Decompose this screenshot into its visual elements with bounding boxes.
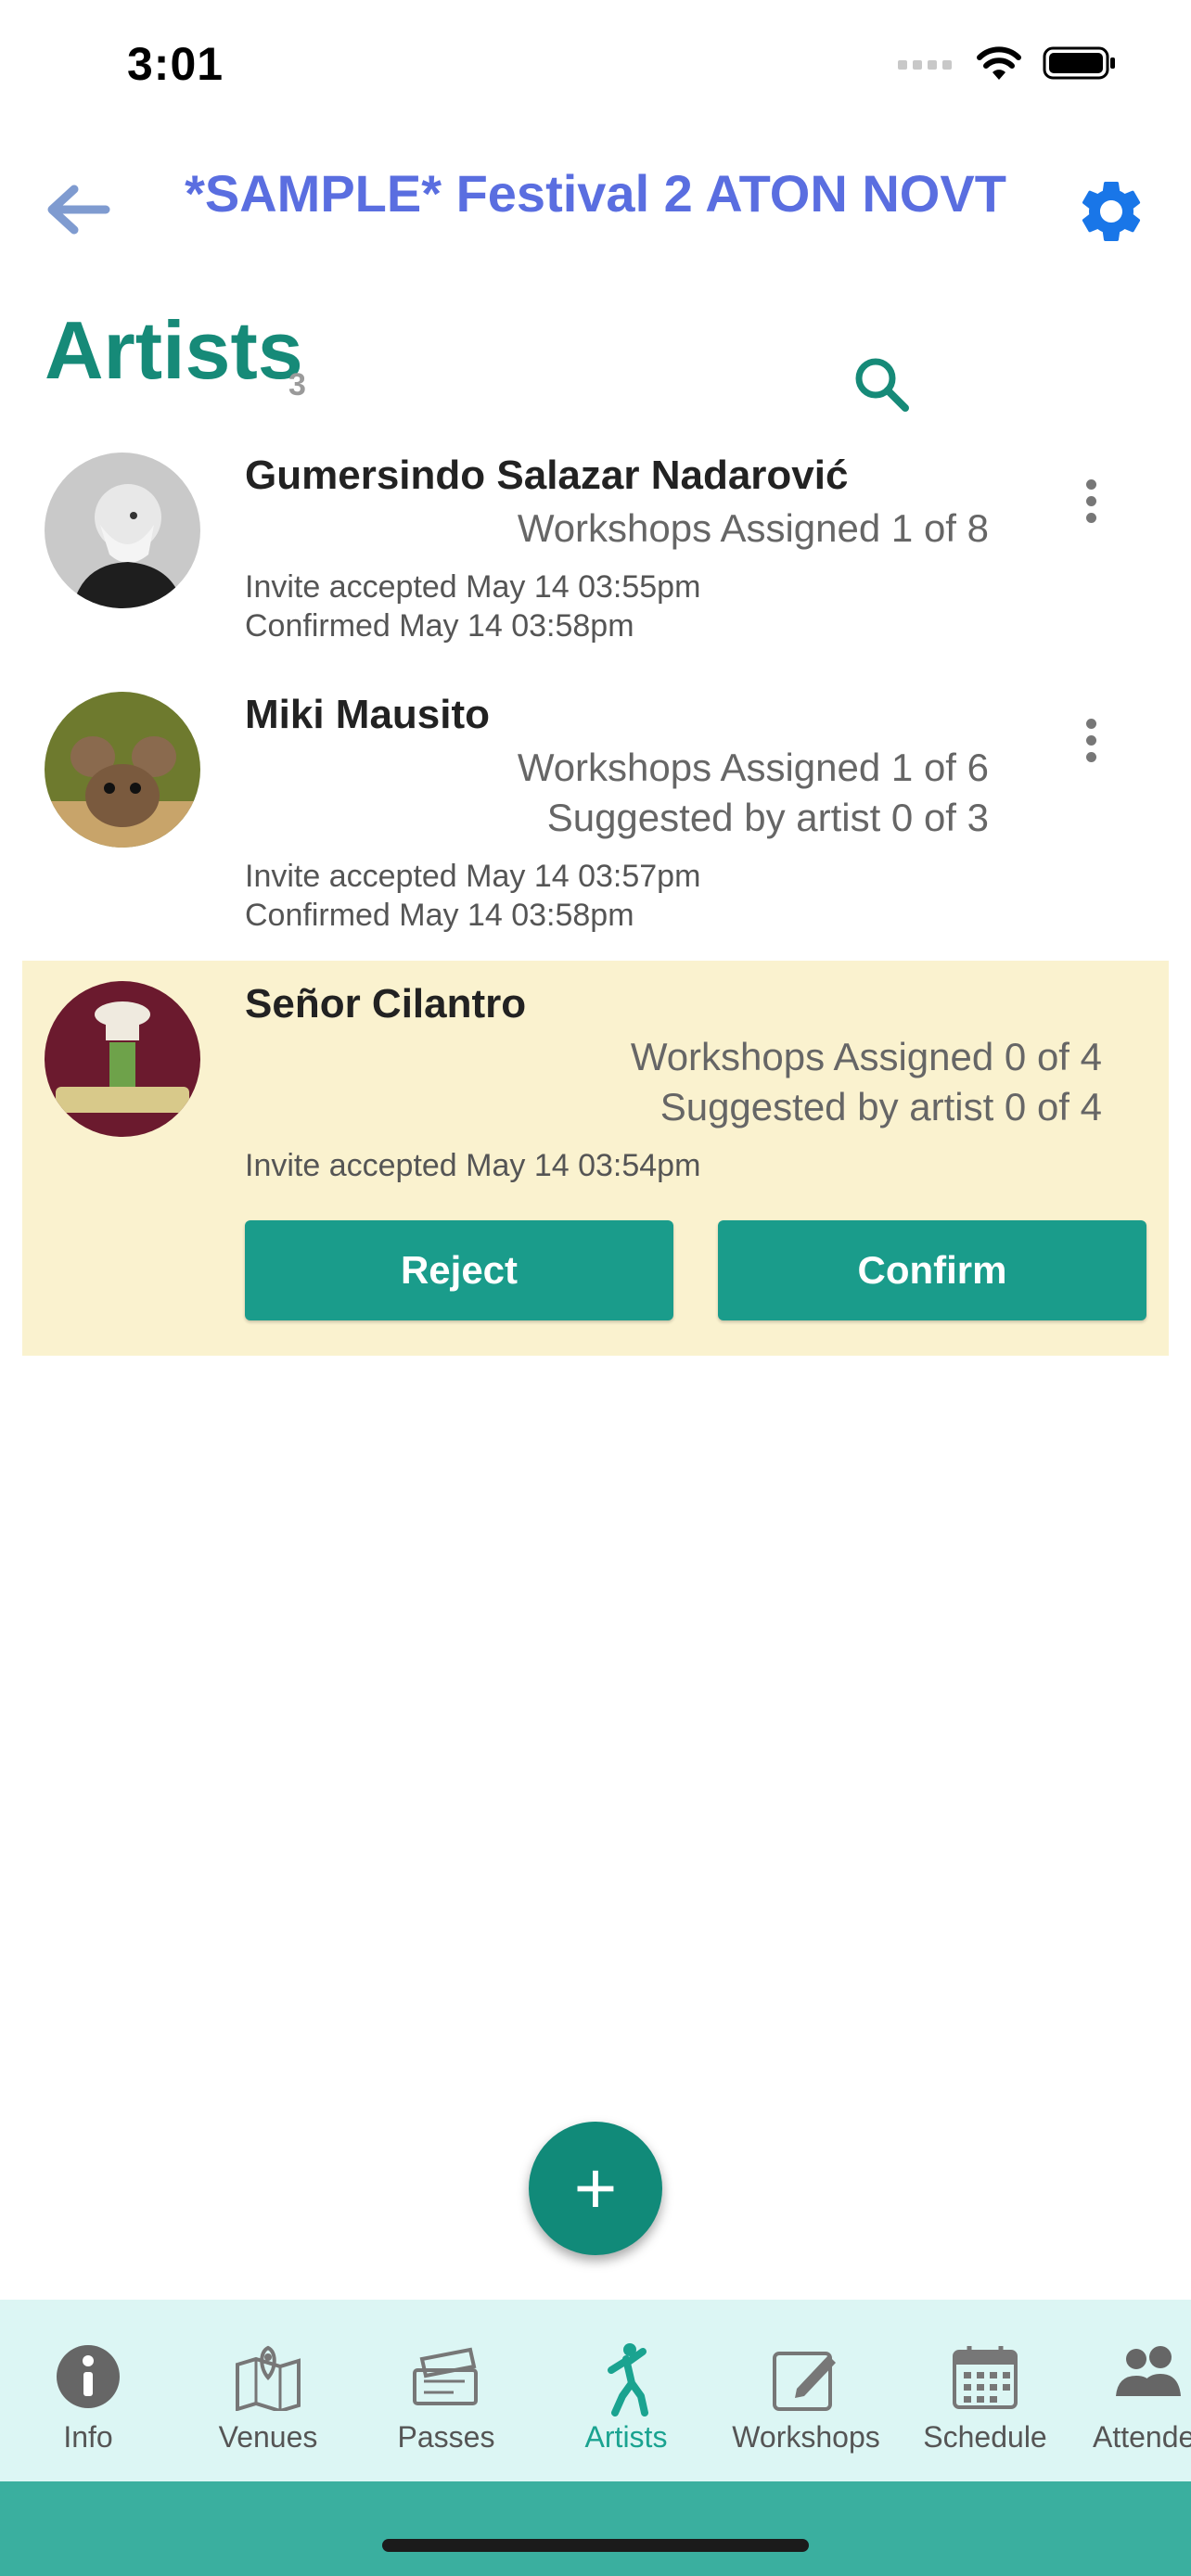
search-button[interactable] — [852, 354, 913, 415]
artist-avatar[interactable] — [45, 981, 200, 1137]
nav-label: Venues — [218, 2420, 318, 2454]
artist-name[interactable]: Miki Mausito — [245, 692, 490, 738]
ticket-icon — [413, 2347, 478, 2405]
cilantro-image — [45, 981, 200, 1137]
dot-icon — [1085, 752, 1096, 762]
nav-item-passes[interactable]: Passes — [356, 2300, 536, 2481]
signal-icon — [898, 60, 952, 70]
mouse-image — [45, 692, 200, 848]
nav-item-artists[interactable]: Artists — [536, 2300, 716, 2481]
invite-status: Invite accepted May 14 03:54pm — [245, 1148, 701, 1183]
dot-icon — [1085, 513, 1096, 523]
nav-item-attendees[interactable]: Attende — [1076, 2300, 1191, 2481]
workshops-assigned: Workshops Assigned 1 of 8 — [517, 506, 989, 550]
bottom-strip — [0, 2481, 1191, 2576]
workshops-assigned: Workshops Assigned 1 of 6 — [517, 746, 989, 789]
confirmed-status: Confirmed May 14 03:58pm — [245, 608, 634, 644]
nav-label: Attende — [1093, 2420, 1191, 2454]
workshops-assigned: Workshops Assigned 0 of 4 — [630, 1035, 1102, 1078]
artist-count: 3 — [288, 367, 306, 402]
festival-title: *SAMPLE* Festival 2 ATON NOVT — [185, 164, 1006, 223]
settings-button[interactable] — [1074, 174, 1148, 249]
page-title: Artists — [45, 304, 303, 396]
dot-icon — [1085, 719, 1096, 729]
map-icon — [236, 2345, 301, 2411]
portrait-image — [45, 453, 200, 608]
home-indicator[interactable] — [382, 2539, 809, 2552]
artist-name[interactable]: Gumersindo Salazar Nadarović — [245, 453, 848, 499]
dot-icon — [1085, 479, 1096, 490]
artist-avatar[interactable] — [45, 453, 200, 608]
nav-item-info[interactable]: Info — [0, 2300, 178, 2481]
more-options-button[interactable] — [1072, 712, 1109, 786]
nav-item-venues[interactable]: Venues — [178, 2300, 358, 2481]
nav-label: Passes — [397, 2420, 495, 2454]
dancer-icon — [608, 2343, 648, 2417]
nav-label: Artists — [584, 2420, 668, 2454]
gear-icon — [1082, 181, 1141, 241]
more-options-button[interactable] — [1072, 473, 1109, 547]
invite-status: Invite accepted May 14 03:55pm — [245, 569, 701, 605]
confirm-button[interactable]: Confirm — [718, 1220, 1146, 1320]
nav-label: Workshops — [732, 2420, 880, 2454]
nav-label: Schedule — [923, 2420, 1047, 2454]
dot-icon — [1085, 735, 1096, 746]
search-icon — [855, 358, 909, 412]
battery-icon — [1043, 46, 1115, 80]
calendar-icon — [953, 2346, 1018, 2409]
dot-icon — [1085, 496, 1096, 506]
edit-icon — [773, 2352, 836, 2411]
nav-item-schedule[interactable]: Schedule — [895, 2300, 1075, 2481]
suggested-by-artist: Suggested by artist 0 of 4 — [660, 1085, 1102, 1129]
wifi-icon — [977, 46, 1021, 80]
status-icons — [898, 45, 1117, 82]
nav-label: Info — [63, 2420, 113, 2454]
artist-name[interactable]: Señor Cilantro — [245, 981, 526, 1027]
status-time: 3:01 — [127, 38, 224, 90]
suggested-by-artist: Suggested by artist 0 of 3 — [546, 796, 989, 839]
bottom-navigation: Info Venues Passes Artists Workshops Sch… — [0, 2300, 1191, 2481]
nav-item-workshops[interactable]: Workshops — [716, 2300, 896, 2481]
confirmed-status: Confirmed May 14 03:58pm — [245, 898, 634, 933]
info-icon — [57, 2345, 120, 2408]
artist-avatar[interactable] — [45, 692, 200, 848]
invite-status: Invite accepted May 14 03:57pm — [245, 859, 701, 894]
add-artist-button[interactable]: + — [529, 2122, 662, 2255]
people-icon — [1116, 2346, 1181, 2396]
reject-button[interactable]: Reject — [245, 1220, 673, 1320]
